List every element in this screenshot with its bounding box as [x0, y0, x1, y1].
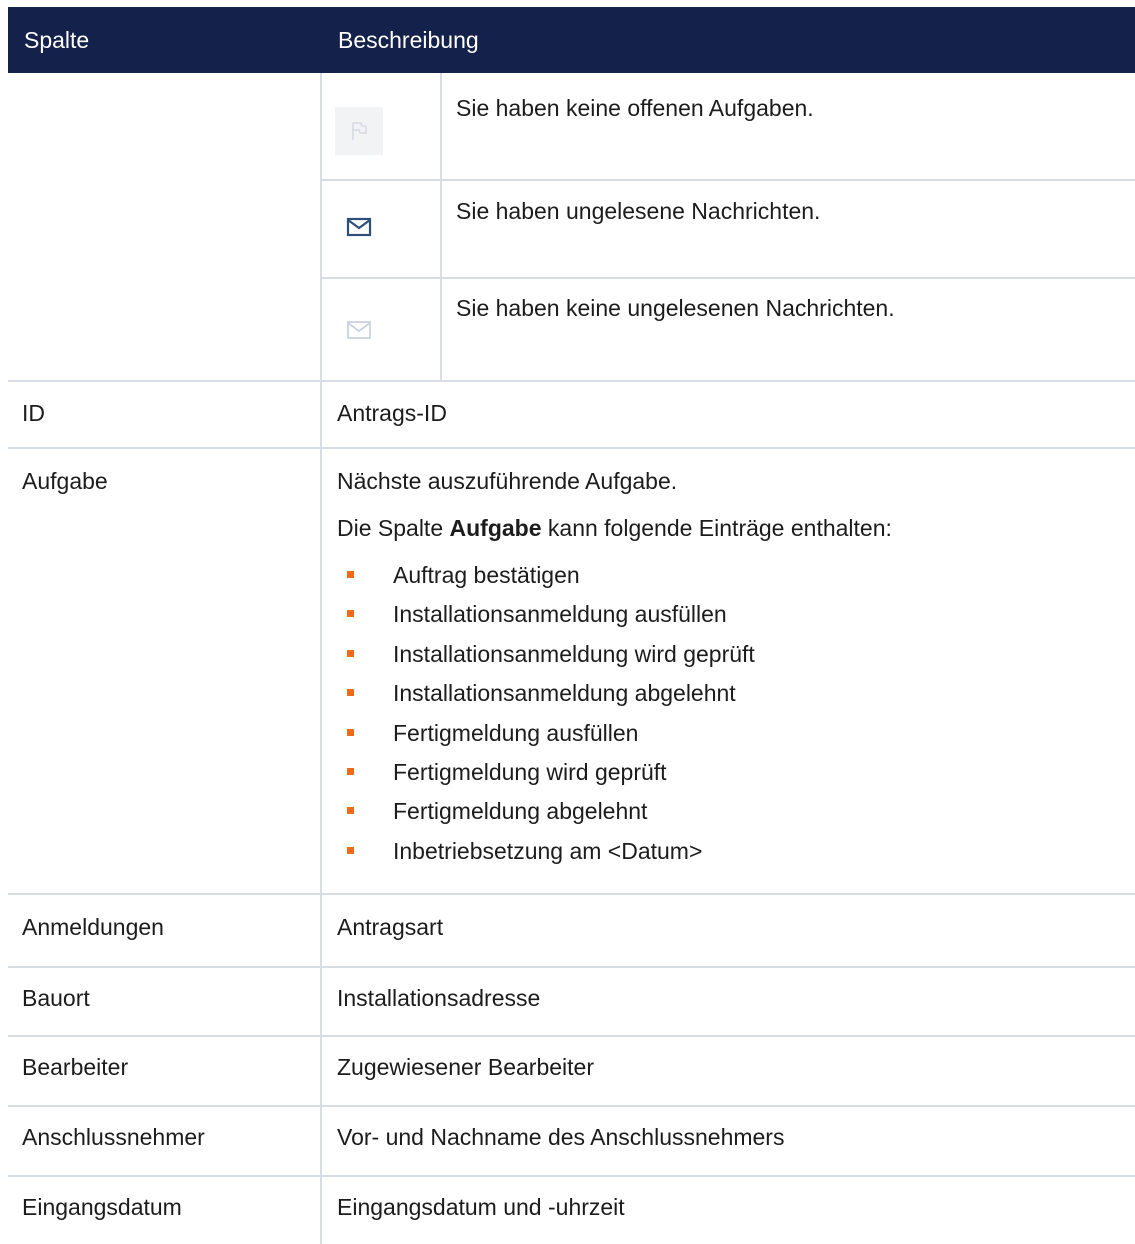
- list-item: Installationsanmeldung ausfüllen: [347, 601, 755, 640]
- row-divider: [8, 1175, 1135, 1177]
- row-label-eingangsdatum: Eingangsdatum: [22, 1194, 182, 1220]
- envelope-icon: [335, 306, 383, 354]
- row-divider: [8, 966, 1135, 968]
- envelope-icon: [335, 203, 383, 251]
- list-item: Inbetriebsetzung am <Datum>: [347, 838, 755, 877]
- list-item: Auftrag bestätigen: [347, 562, 755, 601]
- row-desc-bauort: Installationsadresse: [337, 985, 541, 1011]
- header-col-beschreibung: Beschreibung: [338, 27, 479, 53]
- row-desc-anmeldungen: Antragsart: [337, 914, 444, 940]
- row-label-id: ID: [22, 400, 45, 426]
- row-divider: [8, 893, 1135, 895]
- bullet-icon: [347, 728, 354, 736]
- list-item: Fertigmeldung wird geprüft: [347, 759, 755, 798]
- aufgabe-bold-term: Aufgabe: [449, 515, 542, 541]
- bullet-icon: [347, 846, 354, 854]
- list-item: Installationsanmeldung abgelehnt: [347, 680, 755, 719]
- row-label-bauort: Bauort: [22, 985, 90, 1011]
- icon-column-divider: [440, 73, 442, 381]
- flag-icon: [335, 107, 383, 155]
- header-col-spalte: Spalte: [24, 27, 90, 53]
- bullet-icon: [347, 689, 354, 697]
- row-divider: [8, 1105, 1135, 1107]
- aufgabe-entry-list: Auftrag bestätigen Installationsanmeldun…: [347, 562, 755, 877]
- column-divider: [320, 73, 322, 1244]
- list-item: Installationsanmeldung wird geprüft: [347, 641, 755, 680]
- list-item: Fertigmeldung ausfüllen: [347, 720, 755, 759]
- bullet-icon: [347, 571, 354, 578]
- row-divider: [322, 277, 1135, 279]
- row-divider: [8, 447, 1135, 449]
- icon-row-text: Sie haben keine offenen Aufgaben.: [456, 95, 814, 121]
- list-item: Fertigmeldung abgelehnt: [347, 798, 755, 837]
- table-header: Spalte Beschreibung: [8, 7, 1135, 73]
- row-desc-aufgabe: Nächste auszuführende Aufgabe.: [337, 468, 678, 494]
- row-desc-anschlussnehmer: Vor- und Nachname des Anschlussnehmers: [337, 1124, 785, 1150]
- row-label-aufgabe: Aufgabe: [22, 468, 108, 494]
- bullet-icon: [347, 807, 354, 815]
- row-desc-eingangsdatum: Eingangsdatum und -uhrzeit: [337, 1194, 625, 1220]
- bullet-icon: [347, 649, 354, 657]
- bullet-icon: [347, 610, 354, 618]
- aufgabe-intro: Die Spalte Aufgabe kann folgende Einträg…: [337, 515, 892, 541]
- row-desc-id: Antrags-ID: [337, 400, 447, 426]
- row-divider: [8, 1035, 1135, 1037]
- bullet-icon: [347, 767, 354, 775]
- row-divider: [322, 179, 1135, 181]
- icon-row-text: Sie haben ungelesene Nachrichten.: [456, 198, 821, 224]
- row-desc-bearbeiter: Zugewiesener Bearbeiter: [337, 1054, 594, 1080]
- row-label-anmeldungen: Anmeldungen: [22, 914, 164, 940]
- row-label-anschlussnehmer: Anschlussnehmer: [22, 1124, 205, 1150]
- icon-row-text: Sie haben keine ungelesenen Nachrichten.: [456, 295, 895, 321]
- row-label-bearbeiter: Bearbeiter: [22, 1054, 129, 1080]
- description-table: Spalte Beschreibung Sie haben keine offe…: [0, 0, 1135, 1244]
- row-divider: [8, 380, 1135, 382]
